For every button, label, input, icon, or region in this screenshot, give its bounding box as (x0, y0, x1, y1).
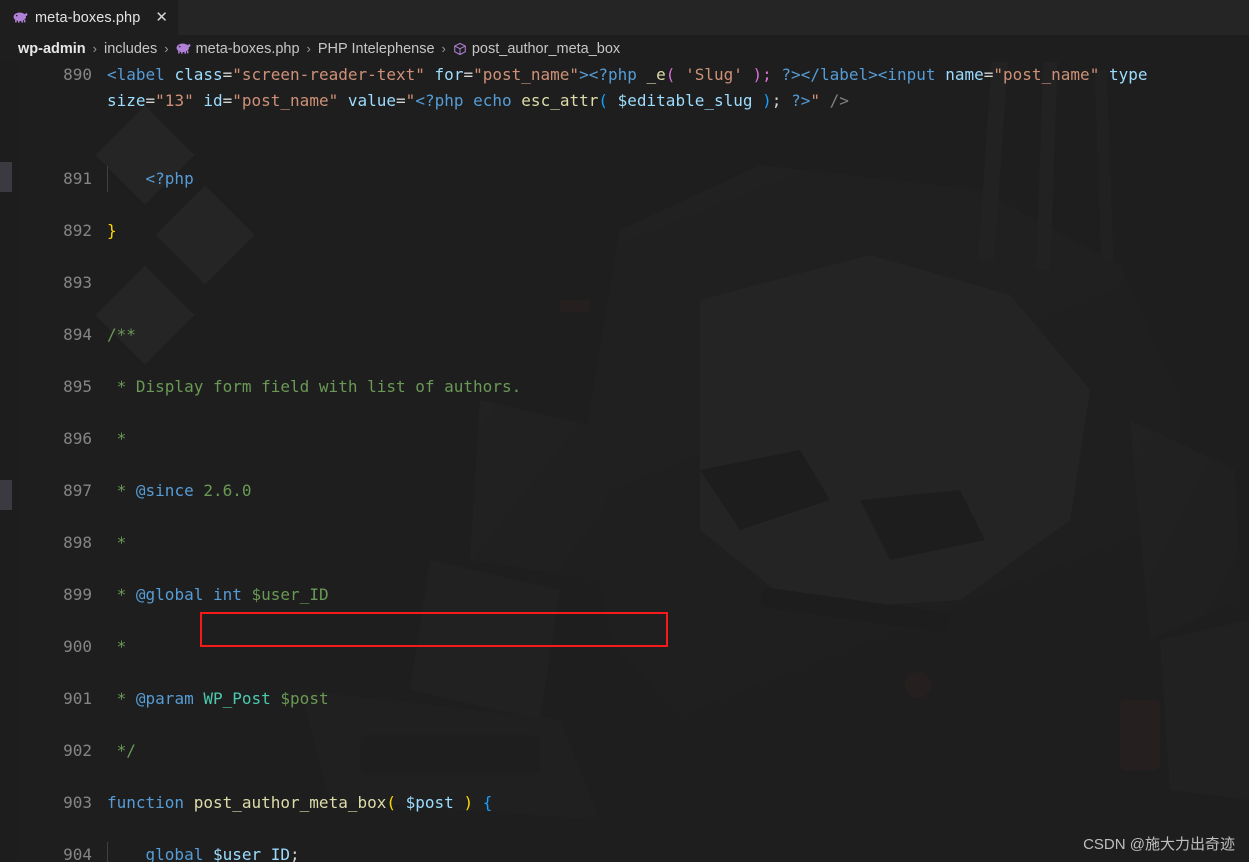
code-line-901[interactable]: 901 * @param WP_Post $post (0, 686, 1249, 712)
symbol-cube-icon (453, 42, 467, 56)
breadcrumb-label: includes (104, 40, 158, 57)
code-line-893[interactable]: 893 (0, 270, 1249, 296)
overview-marker (0, 480, 12, 510)
overview-ruler[interactable] (0, 62, 18, 862)
code-line-894[interactable]: 894 /** (0, 322, 1249, 348)
code-line-902[interactable]: 902 */ (0, 738, 1249, 764)
line-content: * Display form field with list of author… (107, 377, 522, 396)
code-line-895[interactable]: 895 * Display form field with list of au… (0, 374, 1249, 400)
line-content: global $user_ID; (145, 845, 300, 862)
code-line-900[interactable]: 900 * (0, 634, 1249, 660)
line-content: */ (107, 741, 136, 760)
code-line-897[interactable]: 897 * @since 2.6.0 (0, 478, 1249, 504)
code-line-903[interactable]: 903 function post_author_meta_box( $post… (0, 790, 1249, 816)
line-content: /** (107, 325, 136, 344)
vscode-editor-window: meta-boxes.php ✕ wp-admin › includes › m… (0, 0, 1249, 862)
code-line-899[interactable]: 899 * @global int $user_ID (0, 582, 1249, 608)
line-content: function post_author_meta_box( $post ) { (107, 793, 493, 812)
breadcrumb-item-meta-boxes-php[interactable]: meta-boxes.php (176, 41, 300, 57)
line-content: * (107, 533, 127, 552)
tab-meta-boxes-php[interactable]: meta-boxes.php ✕ (0, 0, 179, 35)
breadcrumb-label: meta-boxes.php (195, 40, 300, 57)
code-line-891[interactable]: 891 <?php (0, 166, 1249, 192)
breadcrumb-label: wp-admin (18, 40, 86, 57)
code-line-898[interactable]: 898 * (0, 530, 1249, 556)
line-content: <label class="screen-reader-text" for="p… (107, 65, 1148, 84)
line-content: * (107, 429, 127, 448)
breadcrumb-item-post-author-meta-box[interactable]: post_author_meta_box (453, 41, 620, 57)
code-line-896[interactable]: 896 * (0, 426, 1249, 452)
line-content-wrapped: size="13" id="post_name" value="<?php ec… (107, 91, 849, 110)
code-line-904[interactable]: 904 global $user_ID; (0, 842, 1249, 862)
breadcrumb-item-php-intelephense[interactable]: PHP Intelephense (318, 41, 435, 57)
breadcrumb-label: PHP Intelephense (317, 40, 435, 57)
php-elephant-icon (13, 10, 28, 25)
breadcrumb-separator: › (306, 41, 311, 56)
line-content: * (107, 637, 127, 656)
breadcrumb: wp-admin › includes › meta-boxes.php › P… (0, 35, 1249, 62)
breadcrumb-separator: › (164, 41, 169, 56)
breadcrumb-separator: › (441, 41, 446, 56)
breadcrumb-item-includes[interactable]: includes (104, 41, 157, 57)
overview-marker (0, 162, 12, 192)
line-content: * @since 2.6.0 (107, 481, 252, 500)
code-editor[interactable]: 890 <label class="screen-reader-text" fo… (0, 62, 1249, 862)
breadcrumb-label: post_author_meta_box (471, 40, 621, 57)
code-line-892[interactable]: 892 } (0, 218, 1249, 244)
close-icon[interactable]: ✕ (155, 10, 168, 25)
code-line-890[interactable]: 890 <label class="screen-reader-text" fo… (0, 62, 1249, 114)
line-content: <?php (145, 169, 194, 188)
tab-label: meta-boxes.php (35, 9, 141, 26)
csdn-watermark: CSDN @施大力出奇迹 (1083, 836, 1235, 853)
line-content: * @param WP_Post $post (107, 689, 329, 708)
code-lines: 890 <label class="screen-reader-text" fo… (0, 62, 1249, 862)
line-content: } (107, 221, 117, 240)
breadcrumb-item-wp-admin[interactable]: wp-admin (18, 41, 86, 57)
line-content: * @global int $user_ID (107, 585, 329, 604)
editor-tab-bar: meta-boxes.php ✕ (0, 0, 1249, 35)
php-elephant-icon (176, 41, 191, 56)
breadcrumb-separator: › (92, 41, 98, 56)
